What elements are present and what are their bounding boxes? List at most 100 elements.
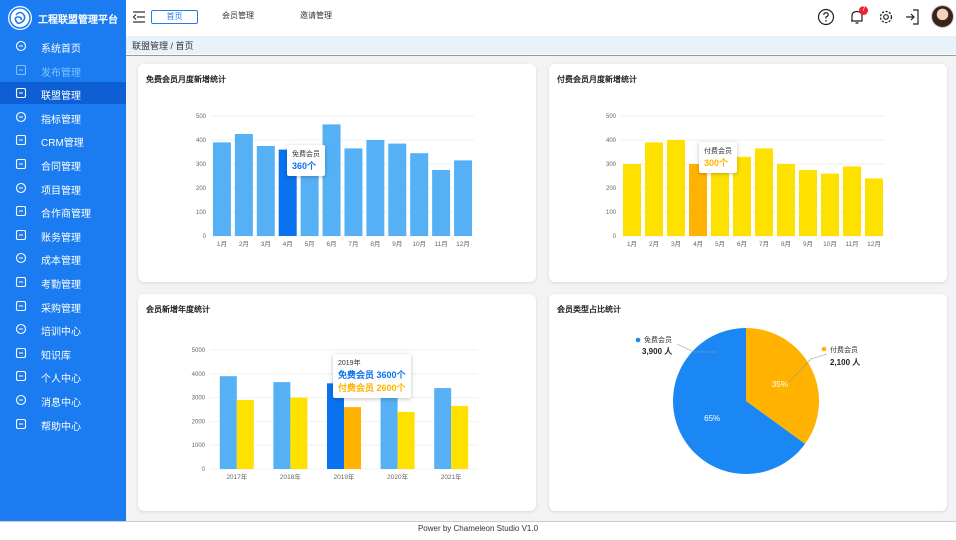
tooltip-label: 免费会员 (292, 151, 320, 158)
y-tick-label: 1000 (192, 443, 206, 449)
member-yearly-card: 会员新增年度统计 0 1000 2000 3000 4000 5000 2017年 2018年… (138, 294, 536, 511)
sidebar-item-purchase[interactable]: 采购管理 (0, 295, 126, 317)
x-tick-label: 12月 (456, 240, 470, 248)
x-tick-label: 9月 (392, 240, 402, 248)
chart-bar (366, 140, 385, 236)
x-tick-label: 11月 (845, 240, 858, 248)
x-tick-label: 6月 (326, 240, 336, 248)
app-logo[interactable] (8, 6, 32, 30)
legend-dot (635, 337, 641, 343)
x-tick-label: 8月 (781, 240, 791, 248)
sidebar-item-knowledge[interactable]: 知识库 (0, 342, 126, 364)
sidebar-item-contract[interactable]: 合同管理 (0, 153, 126, 175)
project-icon (15, 182, 27, 193)
user-icon (15, 371, 27, 382)
tab-member-management[interactable]: 会员管理 (214, 10, 262, 24)
chart-bar (388, 143, 407, 236)
chart-bar (689, 164, 707, 236)
paid-member-monthly-chart: 0 100 200 300 400 500 1月 2月 3月 4月 5月 6月 7月 8月 9月 10月 11月… (606, 114, 885, 248)
chart-bar (397, 411, 415, 469)
paid-member-monthly-card: 付费会员月度新增统计 0 100 200 300 400 500 1月 2月 3月 4月 5月 6月 7… (549, 64, 947, 282)
x-tick-label: 7月 (759, 240, 769, 248)
y-tick-label: 100 (196, 210, 207, 216)
sidebar-item-label: CRM管理 (41, 138, 84, 150)
x-tick-label: 6月 (737, 240, 747, 248)
sidebar-item-training[interactable]: 培训中心 (0, 318, 126, 340)
sidebar-item-cost[interactable]: 成本管理 (0, 247, 126, 269)
settings-gear-icon[interactable] (877, 8, 895, 26)
chart-bar (777, 164, 795, 236)
x-tick-label: 2月 (239, 240, 249, 248)
chart-bar (212, 142, 231, 236)
chart-bar (344, 148, 363, 236)
tooltip-label: 付费会员 (704, 148, 732, 155)
message-icon (15, 394, 27, 406)
training-icon (15, 324, 27, 335)
chart-bar (623, 164, 641, 236)
sidebar-item-message[interactable]: 消息中心 (0, 389, 126, 411)
sidebar-item-label: 个人中心 (41, 374, 81, 386)
x-tick-label: 2月 (649, 240, 659, 248)
sidebar-item-chart-line[interactable]: 指标管理 (0, 106, 126, 128)
y-tick-label: 3000 (192, 396, 206, 402)
chart-bar (344, 407, 361, 469)
user-avatar[interactable] (931, 5, 954, 28)
sidebar-item-rocket[interactable]: 发布管理 (0, 59, 126, 81)
sidebar-item-label: 成本管理 (41, 256, 81, 268)
x-tick-label: 4月 (283, 240, 293, 248)
tab-home[interactable]: 首页 (151, 10, 198, 24)
y-tick-label: 400 (606, 138, 617, 144)
x-tick-label: 1月 (217, 240, 227, 248)
menu-collapse-icon[interactable] (132, 10, 146, 24)
notification-badge: 7 (859, 6, 868, 15)
chart-bar (380, 390, 398, 469)
sidebar-item-attendance[interactable]: 考勤管理 (0, 271, 126, 293)
sidebar-item-label: 发布管理 (41, 67, 81, 79)
logout-icon[interactable] (904, 8, 922, 26)
tooltip-label: 2019年 (338, 360, 361, 367)
chart-bar (219, 376, 237, 469)
chart-bar (322, 124, 341, 236)
sidebar-item-label: 项目管理 (41, 185, 81, 197)
attendance-icon (15, 276, 27, 288)
y-tick-label: 300 (606, 162, 617, 168)
y-tick-label: 500 (196, 114, 207, 120)
member-type-pie-chart: 35% 65% 免费会员 3,900 人 付费会员 2,100 人 (635, 328, 861, 474)
help-icon[interactable] (817, 8, 835, 26)
info-icon (15, 418, 27, 429)
purchase-icon (15, 300, 27, 311)
y-tick-label: 300 (196, 162, 207, 168)
sidebar-item-network[interactable]: 联盟管理 (0, 82, 126, 105)
x-tick-label: 8月 (370, 240, 380, 248)
tooltip-value: 360个 (292, 161, 317, 171)
sidebar-item-user[interactable]: 个人中心 (0, 365, 126, 387)
pie-percent-label: 35% (772, 380, 788, 389)
member-type-ratio-card: 会员类型占比统计 35% 65% 免费会员 3,900 人付费会员 2,100 人 (549, 294, 947, 511)
chart-bar (645, 142, 663, 236)
legend-value: 2,100 人 (830, 357, 861, 367)
sidebar-item-partner[interactable]: 合作商管理 (0, 200, 126, 222)
pie-percent-label: 65% (704, 414, 720, 423)
chart-tooltip: 2019年 免费会员 3600个 付费会员 2600个 (333, 354, 411, 398)
rocket-icon (15, 64, 27, 75)
sidebar-item-label: 考勤管理 (41, 280, 81, 291)
x-tick-label: 11月 (435, 240, 448, 248)
x-tick-label: 5月 (715, 240, 725, 248)
y-tick-label: 500 (606, 114, 617, 120)
tab-invite-management[interactable]: 邀请管理 (292, 10, 340, 24)
sidebar-item-label: 系统首页 (41, 44, 81, 55)
sidebar-item-project[interactable]: 项目管理 (0, 177, 126, 199)
finance-icon (15, 229, 27, 240)
sidebar-item-server[interactable]: CRM管理 (0, 129, 126, 151)
chart-bar (434, 388, 452, 469)
sidebar-item-label: 合作商管理 (41, 209, 91, 221)
sidebar-item-info[interactable]: 帮助中心 (0, 413, 126, 435)
chart-bar (667, 140, 685, 236)
server-icon (15, 135, 27, 146)
sidebar-item-home[interactable]: 系统首页 (0, 35, 126, 57)
sidebar-item-label: 指标管理 (41, 114, 81, 126)
x-tick-label: 2019年 (334, 472, 355, 481)
y-tick-label: 0 (203, 234, 207, 240)
sidebar-item-finance[interactable]: 账务管理 (0, 224, 126, 246)
y-tick-label: 0 (202, 467, 206, 473)
